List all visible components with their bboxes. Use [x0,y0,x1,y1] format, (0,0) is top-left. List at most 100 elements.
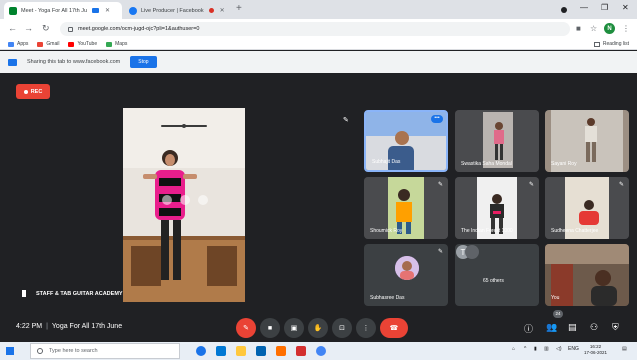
tab-meet-title: Meet - Yoga For All 17th Ju [21,7,88,14]
menu-dots-icon[interactable]: ⋮ [622,24,630,33]
maps-icon [106,41,113,47]
acrobat-icon[interactable] [296,346,306,356]
presenter-name-label: STAFF & TAB GUITAR ACADEMY [22,290,123,297]
presenter-video[interactable] [123,108,245,302]
search-placeholder: Type here to search [49,348,98,354]
tray-chevron-icon[interactable]: ^ [524,346,526,352]
more-options-button[interactable]: ⋮ [356,318,376,338]
camera-toggle-button[interactable]: ■ [260,318,280,338]
windows-start-icon[interactable] [6,347,14,355]
people-count-badge: 24 [553,310,563,318]
phone-hangup-icon: ☎ [389,325,399,332]
separator: | [46,323,48,330]
back-button[interactable]: ← [8,23,17,33]
cortana-icon[interactable] [196,346,206,356]
participant-tile[interactable]: ✎ Shoumick Roy [364,177,448,239]
self-tile[interactable]: You [545,244,629,306]
tab-meet[interactable]: Meet - Yoga For All 17th Ju ✕ [4,2,122,19]
host-controls-icon[interactable]: ⛨ [612,322,619,333]
screen-share-icon [8,58,17,66]
chat-icon[interactable]: ▤ [568,322,577,333]
lock-icon [68,26,73,32]
new-tab-button[interactable]: + [236,3,242,14]
tray-person-icon[interactable]: ⌂ [512,346,515,352]
others-avatars: T [456,245,479,259]
activities-icon[interactable]: ⚇ [590,322,598,333]
participant-name: Sudheena Chatterjee [551,228,599,234]
maximize-button[interactable]: ❐ [601,3,608,12]
notification-icon[interactable]: ▤ [622,346,627,352]
svg-text:T: T [461,248,466,257]
participant-tile[interactable]: ••• Subhajit Das [364,110,448,172]
participant-tile[interactable]: ✎ Subhasree Das [364,244,448,306]
camera-in-use-icon [92,8,100,13]
participant-tile[interactable]: ✎ Sudheena Chatterjee [545,177,629,239]
tray-network-icon[interactable]: ▥ [544,346,549,352]
people-icon[interactable]: 👥 [546,322,557,333]
browser-tab-strip: Meet - Yoga For All 17th Ju ✕ Live Produ… [0,0,637,19]
clock-date: 17-06-2021 [584,350,608,355]
store-icon[interactable] [256,346,266,356]
pin-icon [22,290,26,297]
browser-toolbar: ← → ↻ meet.google.com/ocm-jugd-ojc?pli=1… [0,19,637,39]
present-button[interactable]: ⊡ [332,318,352,338]
url-text: meet.google.com/ocm-jugd-ojc?pli=1&authu… [78,26,200,32]
participant-tile[interactable]: ✎ The Indian Forest 1000 [455,177,539,239]
participant-tile[interactable]: Sayani Roy [545,110,629,172]
tray-volume-icon[interactable]: ◁) [556,346,562,352]
participant-name: Swastika Saha Mondal [461,161,512,167]
profile-avatar[interactable]: N [604,23,615,34]
meeting-details: 4:22 PM | Yoga For All 17th June [16,323,122,330]
language-indicator[interactable]: ENG [568,346,579,352]
mic-off-icon: ✎ [437,249,443,255]
camera-permission-icon[interactable]: ■ [576,24,581,33]
address-bar[interactable]: meet.google.com/ocm-jugd-ojc?pli=1&authu… [60,22,570,36]
participant-tile[interactable]: Swastika Saha Mondal [455,110,539,172]
file-explorer-icon[interactable] [236,346,246,356]
bookmark-youtube[interactable]: YouTube [68,41,97,47]
record-dot-icon [23,89,28,94]
task-view-icon[interactable] [216,346,226,356]
bookmark-gmail[interactable]: Gmail [37,41,59,47]
reload-button[interactable]: ↻ [42,23,50,34]
mic-toggle-button[interactable]: ✎ [236,318,256,338]
raise-hand-button[interactable]: ✋ [308,318,328,338]
forward-button[interactable]: → [24,23,33,33]
meeting-info-icon[interactable]: ⓘ [524,322,533,335]
bookmark-star-icon[interactable]: ☆ [590,24,597,33]
stop-sharing-button[interactable]: Stop [130,56,157,68]
youtube-icon [68,41,75,47]
bookmark-label: YouTube [77,41,98,47]
search-icon [37,348,43,354]
minimize-button[interactable]: — [580,3,588,12]
presenter-name: STAFF & TAB GUITAR ACADEMY [36,290,123,297]
close-tab-icon[interactable]: ✕ [105,7,110,14]
facebook-favicon-icon [129,6,137,15]
recording-badge: REC [16,84,50,99]
presenter-video-frame [123,108,245,302]
mic-off-icon: ✎ [243,325,249,332]
captions-button[interactable]: ▣ [284,318,304,338]
participant-name: You [551,295,560,301]
chrome-icon[interactable] [316,346,326,356]
close-window-button[interactable]: ✕ [622,3,629,12]
meeting-title: Yoga For All 17th June [51,323,123,330]
taskbar-clock[interactable]: 16:22 17-06-2021 [584,344,607,356]
tab-facebook[interactable]: Live Producer | Facebook ✕ [124,2,232,19]
close-tab-icon[interactable]: ✕ [220,7,225,14]
participant-avatar [395,256,419,280]
tab-facebook-title: Live Producer | Facebook [141,7,204,14]
participant-name: The Indian Forest 1000 [461,228,513,234]
bookmark-label: Maps [115,41,128,47]
others-tile[interactable]: T 65 others [455,244,539,306]
leave-call-button[interactable]: ☎ [380,318,408,338]
meeting-time: 4:22 PM [16,323,43,330]
app-icon[interactable] [276,346,286,356]
bookmark-apps[interactable]: Apps [8,41,28,47]
more-vertical-icon: ⋮ [362,325,370,332]
reading-list-button[interactable]: Reading list [593,41,629,47]
bookmark-maps[interactable]: Maps [106,41,127,47]
apps-grid-icon [8,41,14,47]
taskbar-search[interactable]: Type here to search [30,343,180,359]
more-options-icon[interactable]: ••• [431,115,443,123]
